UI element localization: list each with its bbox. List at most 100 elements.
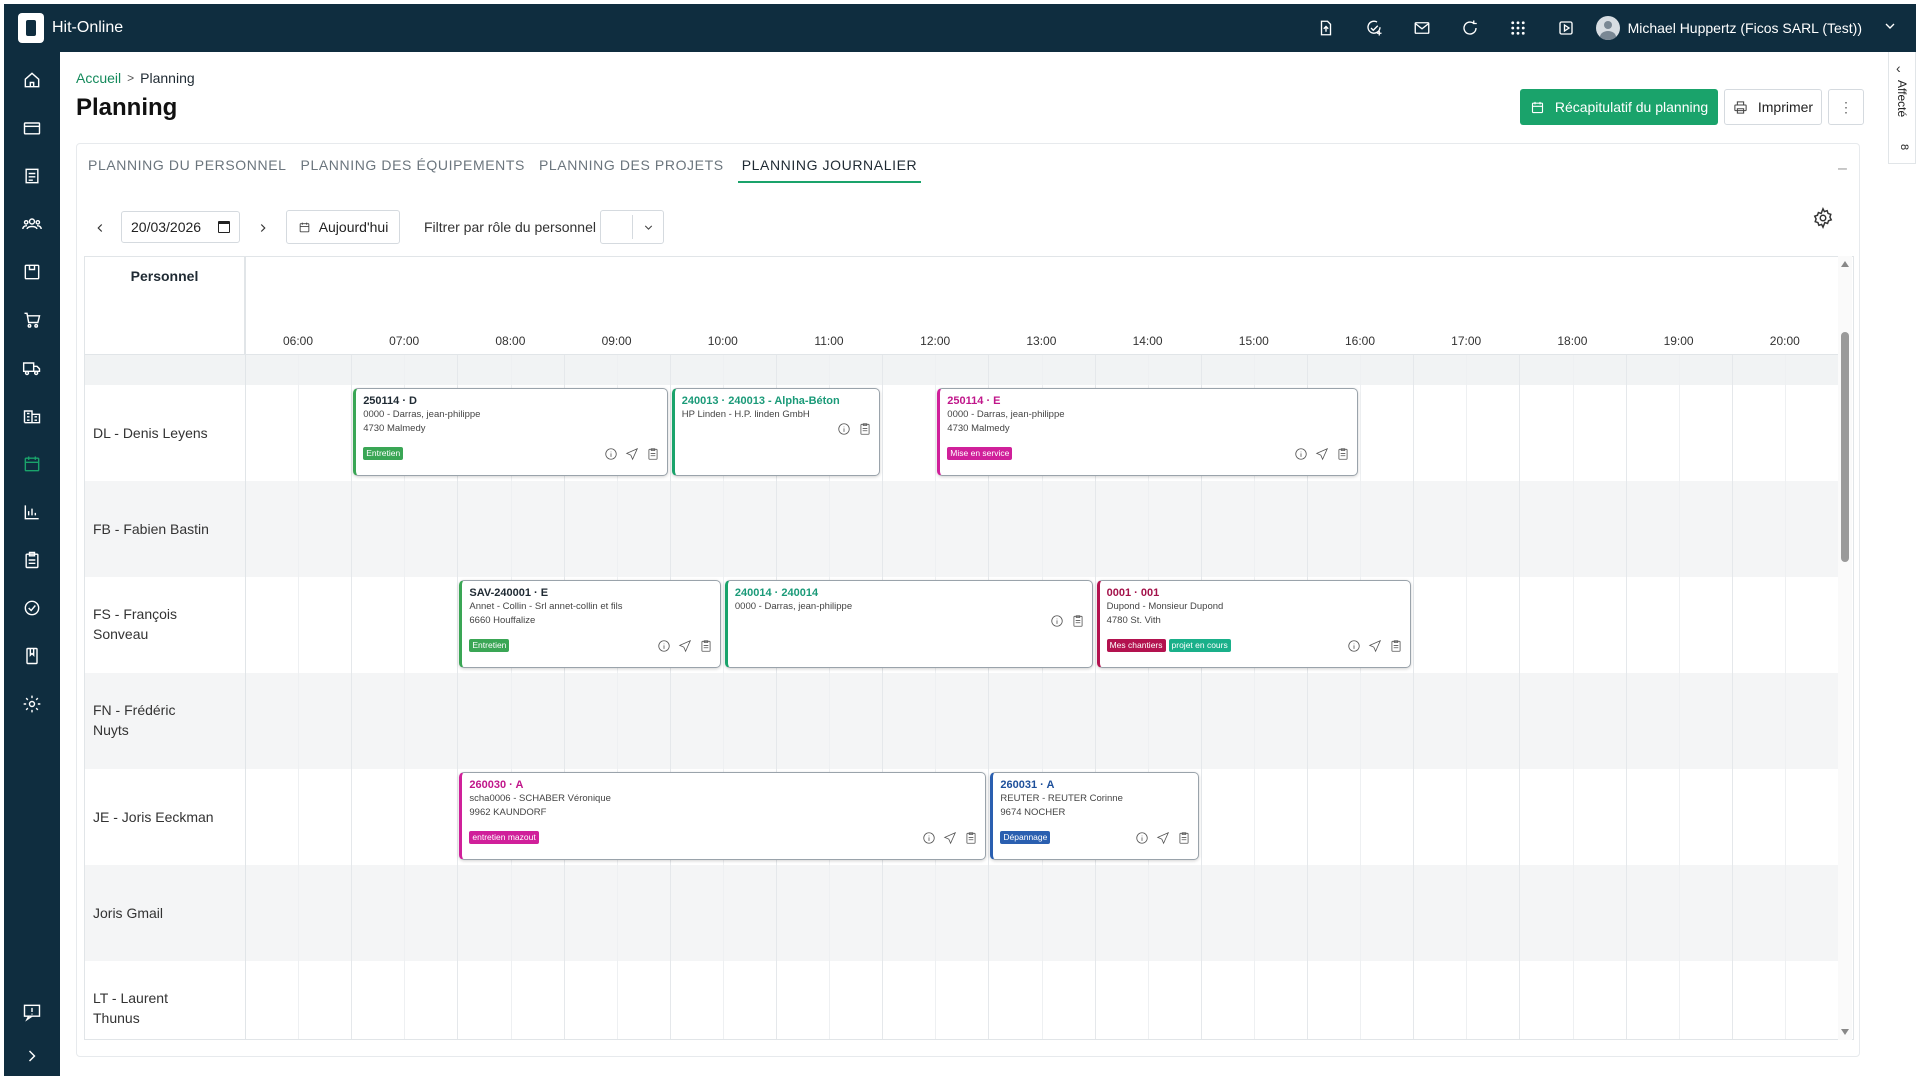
send-icon[interactable] <box>1368 639 1382 653</box>
card-icon[interactable] <box>4 108 60 148</box>
event-card[interactable]: 240013 · 240013 - Alpha-Béton HP Linden -… <box>671 388 881 476</box>
event-actions <box>1294 447 1350 461</box>
settings-icon[interactable] <box>1812 207 1836 231</box>
clipboard-icon[interactable] <box>858 422 872 436</box>
scroll-up-arrow[interactable] <box>1841 261 1849 267</box>
event-detail: HP Linden - H.P. linden GmbH <box>681 409 810 420</box>
chevron-down-icon[interactable] <box>642 221 655 234</box>
info-icon[interactable] <box>922 831 936 845</box>
planning-summary-button[interactable]: Récapitulatif du planning <box>1520 89 1718 125</box>
breadcrumb-home-link[interactable]: Accueil <box>76 70 121 86</box>
clipboard-icon[interactable] <box>4 540 60 580</box>
info-icon[interactable] <box>1135 831 1149 845</box>
calendar-icon[interactable] <box>4 444 60 484</box>
send-icon[interactable] <box>678 639 692 653</box>
send-icon[interactable] <box>1156 831 1170 845</box>
role-filter-select[interactable] <box>600 210 664 244</box>
more-options-button[interactable]: ⋮ <box>1828 89 1864 125</box>
tab-equipment-planning[interactable]: PLANNING DES ÉQUIPEMENTS <box>301 157 525 183</box>
media-play-icon[interactable] <box>1542 4 1590 52</box>
building-icon[interactable] <box>4 396 60 436</box>
event-card[interactable]: 0001 · 001 Dupond - Monsieur Dupond 4780 S… <box>1096 580 1412 668</box>
clipboard-icon[interactable] <box>646 447 660 461</box>
info-icon[interactable] <box>1347 639 1361 653</box>
send-icon[interactable] <box>943 831 957 845</box>
user-name[interactable]: Michael Huppertz (Ficos SARL (Test)) <box>1628 20 1862 36</box>
event-tags: Entretien <box>363 447 404 460</box>
apps-grid-icon[interactable] <box>1494 4 1542 52</box>
info-icon[interactable] <box>1050 614 1064 628</box>
clipboard-icon[interactable] <box>1336 447 1350 461</box>
send-icon[interactable] <box>1315 447 1329 461</box>
event-card[interactable]: 240014 · 240014 0000 - Darras, jean-phili… <box>724 580 1093 668</box>
cart-icon[interactable] <box>4 300 60 340</box>
assigned-panel[interactable]: ‹ Affecté 8 <box>1888 52 1916 164</box>
truck-icon[interactable] <box>4 348 60 388</box>
event-title: 250114 · E <box>947 395 1001 407</box>
personnel-row[interactable]: FB - Fabien Bastin <box>85 481 1839 577</box>
tab-personnel-planning[interactable]: PLANNING DU PERSONNEL <box>88 157 287 183</box>
gear-icon[interactable] <box>4 684 60 724</box>
clipboard-icon[interactable] <box>699 639 713 653</box>
hour-label: 06:00 <box>282 334 314 348</box>
print-button[interactable]: Imprimer <box>1724 89 1822 125</box>
feedback-icon[interactable] <box>4 992 60 1032</box>
clipboard-icon[interactable] <box>1071 614 1085 628</box>
event-card[interactable]: 250114 · E 0000 - Darras, jean-philippe 47… <box>937 388 1359 476</box>
box-icon[interactable] <box>4 252 60 292</box>
event-title: 250114 · D <box>363 395 418 407</box>
refresh-icon[interactable] <box>1446 4 1494 52</box>
document-icon[interactable] <box>4 156 60 196</box>
info-icon[interactable] <box>657 639 671 653</box>
chevron-down-icon[interactable] <box>1882 18 1898 39</box>
event-detail: scha0006 - SCHABER Véronique <box>469 793 611 804</box>
event-card[interactable]: SAV-240001 · E Annet - Collin - Srl annet… <box>459 580 721 668</box>
task-check-icon[interactable] <box>1350 4 1398 52</box>
info-icon[interactable] <box>837 422 851 436</box>
personnel-row[interactable]: Joris Gmail <box>85 865 1839 961</box>
hit-logo-icon[interactable] <box>18 13 44 43</box>
personnel-row[interactable]: LT - Laurent Thunus <box>85 961 1839 1039</box>
event-title: 260030 · A <box>469 779 524 791</box>
info-icon[interactable] <box>1294 447 1308 461</box>
hour-column-line <box>1094 257 1096 1039</box>
chevron-left-icon[interactable]: ‹ <box>1896 60 1901 76</box>
event-detail: 0000 - Darras, jean-philippe <box>947 409 1065 420</box>
scroll-down-arrow[interactable] <box>1841 1029 1849 1035</box>
chart-icon[interactable] <box>4 492 60 532</box>
collapse-icon[interactable]: – <box>1838 160 1847 178</box>
team-icon[interactable] <box>4 204 60 244</box>
today-button[interactable]: Aujourd'hui <box>286 210 400 244</box>
tab-project-planning[interactable]: PLANNING DES PROJETS <box>539 157 724 183</box>
next-day-button[interactable] <box>251 216 275 240</box>
event-card[interactable]: 260031 · A REUTER - REUTER Corinne 9674 NO… <box>990 772 1199 860</box>
clipboard-icon[interactable] <box>1389 639 1403 653</box>
vertical-scrollbar[interactable] <box>1838 256 1852 1040</box>
grid-header: Personnel 06:00 07:00 08:00 09:00 10:00 11:00… <box>85 257 1839 355</box>
home-icon[interactable] <box>4 60 60 100</box>
event-card[interactable]: 250114 · D 0000 - Darras, jean-philippe 47… <box>353 388 668 476</box>
calendar-picker-icon[interactable] <box>218 221 230 233</box>
personnel-row[interactable]: FN - Frédéric Nuyts <box>85 673 1839 769</box>
mail-icon[interactable] <box>1398 4 1446 52</box>
info-icon[interactable] <box>604 447 618 461</box>
personnel-name: Joris Gmail <box>93 905 164 921</box>
app-name[interactable]: Hit-Online <box>52 19 123 37</box>
chevron-right-icon[interactable] <box>4 1036 60 1076</box>
event-card[interactable]: 260030 · A scha0006 - SCHABER Véronique 99… <box>459 772 987 860</box>
personnel-name: FB - Fabien Bastin <box>93 521 209 537</box>
book-icon[interactable] <box>4 636 60 676</box>
tab-daily-planning[interactable]: PLANNING JOURNALIER <box>737 157 922 183</box>
scroll-thumb[interactable] <box>1841 332 1849 562</box>
send-icon[interactable] <box>625 447 639 461</box>
check-circle-icon[interactable] <box>4 588 60 628</box>
half-hour-line <box>1360 355 1362 1039</box>
avatar[interactable] <box>1595 16 1620 40</box>
clipboard-icon[interactable] <box>1177 831 1191 845</box>
previous-day-button[interactable] <box>88 216 112 240</box>
file-upload-icon[interactable] <box>1302 4 1350 52</box>
breadcrumb-current: Planning <box>140 70 195 86</box>
user-menu[interactable]: Michael Huppertz (Ficos SARL (Test)) <box>1595 16 1862 40</box>
clipboard-icon[interactable] <box>964 831 978 845</box>
date-field[interactable]: 20/03/2026 <box>121 211 240 243</box>
